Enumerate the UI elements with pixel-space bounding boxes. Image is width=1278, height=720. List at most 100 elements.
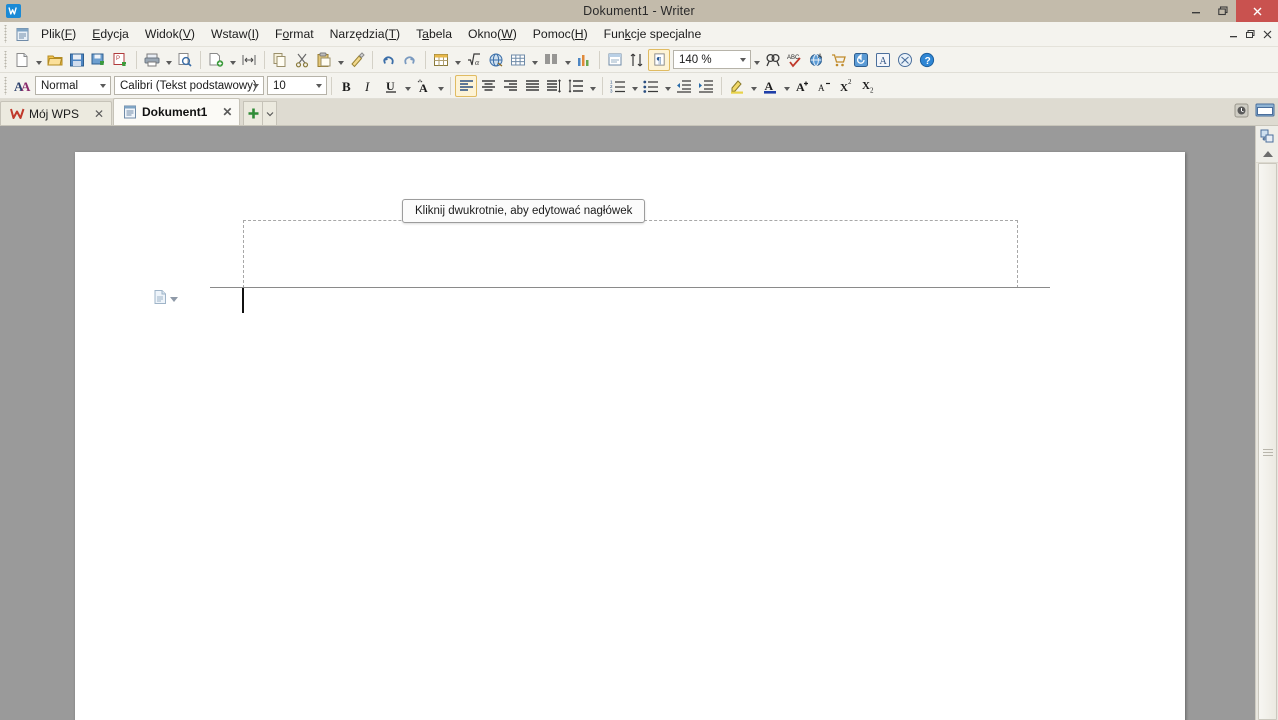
help-icon[interactable]: ? (916, 49, 938, 71)
open-folder-icon[interactable] (44, 49, 66, 71)
cut-icon[interactable] (291, 49, 313, 71)
zoom-dropdown-icon[interactable] (735, 51, 750, 68)
superscript-icon[interactable]: X2 (836, 75, 858, 97)
document-map-icon[interactable]: A (872, 49, 894, 71)
menu-item-narzedzia[interactable]: Narzędzia(T) (322, 23, 408, 45)
scrollbar-thumb[interactable] (1258, 163, 1277, 720)
scrollbar-track[interactable] (1256, 163, 1278, 720)
table-icon[interactable] (430, 49, 452, 71)
scroll-up-button[interactable] (1256, 146, 1278, 163)
menu-item-tabela[interactable]: Tabela (408, 23, 460, 45)
highlight-color-icon[interactable] (726, 75, 748, 97)
cart-icon[interactable] (828, 49, 850, 71)
window-split-icon[interactable] (1255, 102, 1275, 123)
clock-icon[interactable] (1234, 103, 1249, 123)
columns-dropdown-icon[interactable] (562, 49, 573, 71)
redo-icon[interactable] (399, 49, 421, 71)
highlight-color-dropdown-icon[interactable] (748, 75, 759, 97)
page-break-icon[interactable] (238, 49, 260, 71)
document-icon[interactable] (11, 27, 33, 42)
align-right-icon[interactable] (499, 75, 521, 97)
style-combobox[interactable]: Normal (35, 76, 111, 95)
zoom-extra-dropdown-icon[interactable] (751, 49, 762, 71)
spellcheck-icon[interactable]: ABC (784, 49, 806, 71)
line-spacing-icon[interactable] (565, 75, 587, 97)
font-size-dropdown-icon[interactable] (311, 77, 326, 94)
save-icon[interactable] (66, 49, 88, 71)
underline-dropdown-icon[interactable] (402, 75, 413, 97)
distribute-icon[interactable] (543, 75, 565, 97)
document-page[interactable]: Kliknij dwukrotnie, aby edytować nagłówe… (75, 152, 1185, 720)
tab-close-icon[interactable]: ✕ (93, 108, 105, 120)
insert-table-icon[interactable] (507, 49, 529, 71)
style-dropdown-icon[interactable] (95, 77, 110, 94)
tab-close-icon[interactable]: ✕ (221, 106, 233, 118)
restore-button[interactable] (1209, 0, 1236, 22)
paste-options-dropdown-icon[interactable] (170, 297, 178, 302)
hyperlink-icon[interactable] (485, 49, 507, 71)
doc-close-button[interactable] (1259, 24, 1276, 46)
toolbar-grip-format[interactable] (2, 76, 10, 95)
underline-icon[interactable]: U (380, 75, 402, 97)
undo-icon[interactable] (377, 49, 399, 71)
menu-item-edycja[interactable]: Edycja (84, 23, 137, 45)
menu-item-format[interactable]: Format (267, 23, 322, 45)
numbered-list-dropdown-icon[interactable] (629, 75, 640, 97)
backup-icon[interactable] (850, 49, 872, 71)
save-as-icon[interactable] (88, 49, 110, 71)
vertical-scrollbar[interactable] (1255, 126, 1278, 720)
menu-item-funkcje-specjalne[interactable]: Funkcje specjalne (596, 23, 710, 45)
tab-moj-wps[interactable]: Mój WPS ✕ (0, 101, 113, 125)
bulleted-list-dropdown-icon[interactable] (662, 75, 673, 97)
new-blank-icon[interactable] (205, 49, 227, 71)
close-button[interactable] (1236, 0, 1278, 22)
numbered-list-icon[interactable]: 123 (607, 75, 629, 97)
header-footer-icon[interactable] (604, 49, 626, 71)
align-justify-icon[interactable] (521, 75, 543, 97)
menu-item-okno[interactable]: Okno(W) (460, 23, 525, 45)
format-painter-icon[interactable] (346, 49, 368, 71)
paste-icon[interactable] (313, 49, 335, 71)
minimize-button[interactable] (1182, 0, 1209, 22)
print-icon[interactable] (141, 49, 163, 71)
chart-icon[interactable] (573, 49, 595, 71)
text-effects-icon[interactable]: A (413, 75, 435, 97)
menubar-grip[interactable] (2, 25, 10, 43)
paste-dropdown-icon[interactable] (335, 49, 346, 71)
menu-item-widok[interactable]: Widok(V) (137, 23, 203, 45)
columns-icon[interactable] (540, 49, 562, 71)
font-color-dropdown-icon[interactable] (781, 75, 792, 97)
font-size-combobox[interactable]: 10 (267, 76, 327, 95)
shrink-font-icon[interactable]: A (814, 75, 836, 97)
new-document-dropdown-icon[interactable] (33, 49, 44, 71)
new-document-icon[interactable] (11, 49, 33, 71)
copy-icon[interactable] (269, 49, 291, 71)
print-preview-icon[interactable] (174, 49, 196, 71)
print-dropdown-icon[interactable] (163, 49, 174, 71)
font-dropdown-icon[interactable] (248, 77, 263, 94)
doc-minimize-button[interactable] (1225, 24, 1242, 46)
line-spacing-dropdown-icon[interactable] (587, 75, 598, 97)
doc-restore-button[interactable] (1242, 24, 1259, 46)
menu-item-wstaw[interactable]: Wstaw(I) (203, 23, 267, 45)
insert-table-dropdown-icon[interactable] (529, 49, 540, 71)
tshirt-icon[interactable] (894, 49, 916, 71)
font-combobox[interactable]: Calibri (Tekst podstawowy) (114, 76, 264, 95)
formula-icon[interactable]: α (463, 49, 485, 71)
translate-icon[interactable]: A (806, 49, 828, 71)
align-center-icon[interactable] (477, 75, 499, 97)
show-formatting-marks-icon[interactable]: ¶ (648, 48, 670, 71)
zoom-combobox[interactable]: 140 % (673, 50, 751, 69)
new-blank-dropdown-icon[interactable] (227, 49, 238, 71)
italic-icon[interactable]: I (358, 75, 380, 97)
clear-formatting-icon[interactable]: AA (11, 75, 33, 97)
text-effects-dropdown-icon[interactable] (435, 75, 446, 97)
increase-indent-icon[interactable] (695, 75, 717, 97)
bold-icon[interactable]: B (336, 75, 358, 97)
align-left-icon[interactable] (455, 74, 477, 97)
decrease-indent-icon[interactable] (673, 75, 695, 97)
font-color-icon[interactable]: A (759, 75, 781, 97)
new-tab-button[interactable] (243, 101, 264, 125)
menu-item-plik[interactable]: Plik(F) (33, 23, 84, 45)
find-replace-icon[interactable] (762, 49, 784, 71)
